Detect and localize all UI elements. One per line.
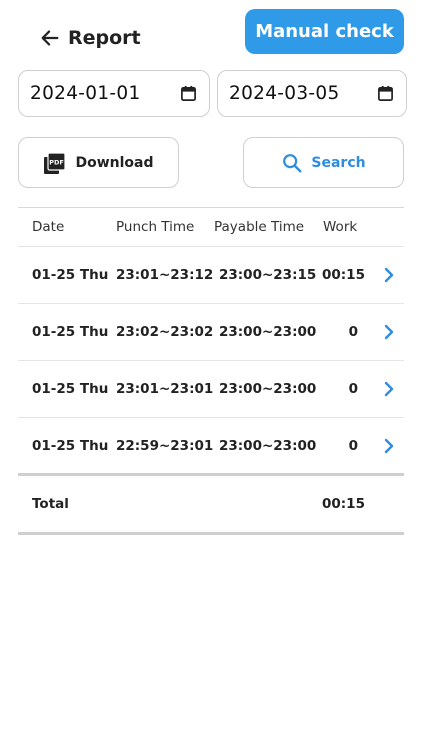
calendar-icon[interactable] [180,85,197,102]
column-header-payable-time: Payable Time [214,219,305,235]
table-header: Date Punch Time Payable Time Work [18,207,404,247]
row-punch-time: 22:59~23:01 [116,438,214,454]
chevron-right-icon[interactable] [380,380,398,398]
row-payable-time: 23:00~23:00 [219,438,317,454]
arrow-left-icon [41,30,59,46]
chevron-right-icon[interactable] [380,437,398,455]
end-date-value: 2024-03-05 [229,83,340,104]
search-label: Search [311,154,366,171]
row-date: 01-25 Thu [32,267,109,283]
svg-text:PDF: PDF [50,158,65,166]
row-punch-time: 23:02~23:02 [116,324,214,340]
row-work: 0 [348,324,358,340]
download-label: Download [75,154,154,171]
report-table: Date Punch Time Payable Time Work 01-25 … [18,207,404,535]
row-payable-time: 23:00~23:00 [219,324,317,340]
search-button[interactable]: Search [243,137,404,188]
row-work: 0 [348,381,358,397]
table-row[interactable]: 01-25 Thu 23:02~23:02 23:00~23:00 0 [18,304,404,361]
start-date-value: 2024-01-01 [30,83,141,104]
manual-check-button[interactable]: Manual check [245,9,404,54]
chevron-right-icon[interactable] [380,266,398,284]
total-value: 00:15 [322,496,365,512]
row-payable-time: 23:00~23:15 [219,267,317,283]
row-payable-time: 23:00~23:00 [219,381,317,397]
table-row[interactable]: 01-25 Thu 22:59~23:01 23:00~23:00 0 [18,418,404,476]
row-work: 00:15 [322,267,365,283]
row-date: 01-25 Thu [32,438,109,454]
total-row: Total 00:15 [18,476,404,535]
row-work: 0 [348,438,358,454]
calendar-icon[interactable] [377,85,394,102]
search-icon [283,153,302,172]
column-header-punch-time: Punch Time [116,219,195,235]
back-button[interactable] [36,24,64,52]
download-button[interactable]: PDF Download [18,137,179,188]
column-header-work: Work [323,219,358,235]
column-header-date: Date [32,219,65,235]
table-row[interactable]: 01-25 Thu 23:01~23:01 23:00~23:00 0 [18,361,404,418]
total-label: Total [32,496,69,512]
page-title: Report [68,27,141,49]
report-screen: Report Manual check 2024-01-01 2024-03-0… [0,0,422,750]
row-date: 01-25 Thu [32,324,109,340]
chevron-right-icon[interactable] [380,323,398,341]
end-date-input[interactable]: 2024-03-05 [217,70,407,117]
row-punch-time: 23:01~23:12 [116,267,214,283]
start-date-input[interactable]: 2024-01-01 [18,70,210,117]
row-punch-time: 23:01~23:01 [116,381,214,397]
row-date: 01-25 Thu [32,381,109,397]
table-row[interactable]: 01-25 Thu 23:01~23:12 23:00~23:15 00:15 [18,247,404,304]
pdf-icon: PDF [44,151,67,174]
